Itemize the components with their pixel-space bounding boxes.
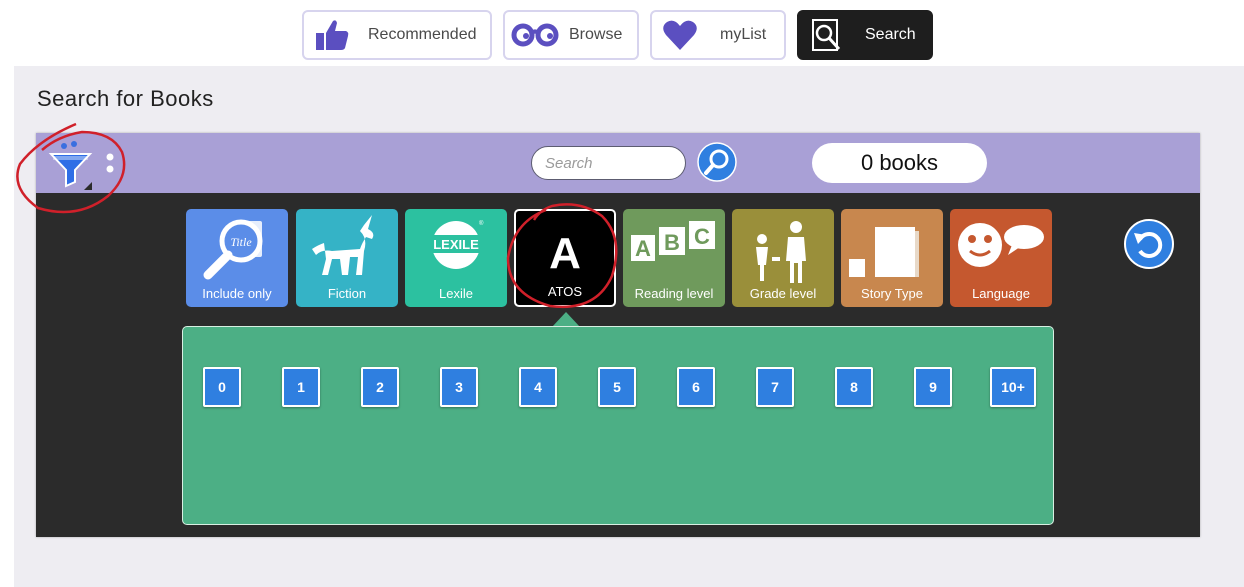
level-button-9[interactable]: 9 [914, 367, 952, 407]
category-include-only[interactable]: Title Include only [186, 209, 288, 307]
reset-icon[interactable] [1124, 219, 1174, 269]
level-button-0[interactable]: 0 [203, 367, 241, 407]
people-icon [756, 221, 806, 283]
category-label: Language [972, 286, 1030, 301]
nav-label: Browse [569, 26, 623, 43]
level-button-2[interactable]: 2 [361, 367, 399, 407]
category-label: Story Type [861, 286, 923, 301]
unicorn-icon [312, 215, 374, 275]
level-button-4[interactable]: 4 [519, 367, 557, 407]
atos-level-panel [182, 326, 1054, 525]
books-icon [849, 227, 919, 277]
svg-text:®: ® [479, 220, 484, 227]
level-button-5[interactable]: 5 [598, 367, 636, 407]
nav-mylist-button[interactable]: myList [650, 10, 786, 60]
search-input[interactable] [531, 146, 686, 180]
category-label: ATOS [547, 284, 583, 299]
svg-text:Title: Title [230, 235, 252, 249]
speech-face-icon [958, 223, 1044, 267]
category-label: Grade level [749, 286, 817, 301]
svg-text:C: C [694, 224, 710, 249]
category-label: Reading level [634, 286, 714, 301]
category-grade-level[interactable]: Grade level [732, 209, 834, 307]
category-label: Include only [202, 286, 272, 301]
level-button-8[interactable]: 8 [835, 367, 873, 407]
svg-text:A: A [635, 236, 651, 261]
category-story-type[interactable]: Story Type [841, 209, 943, 307]
glasses-icon [511, 23, 559, 47]
category-atos[interactable]: A ATOS [514, 209, 616, 307]
page-title: Search for Books [37, 86, 214, 111]
level-button-7[interactable]: 7 [756, 367, 794, 407]
nav-label: Search [865, 26, 916, 43]
more-options-icon[interactable] [104, 152, 116, 176]
nav-label: Recommended [368, 26, 477, 43]
category-reading-level[interactable]: A B C Reading level [623, 209, 725, 307]
search-icon[interactable] [697, 142, 737, 182]
level-button-1[interactable]: 1 [282, 367, 320, 407]
nav-browse-button[interactable]: Browse [503, 10, 639, 60]
category-label: Fiction [327, 286, 367, 301]
title-magnifier-icon: Title [203, 219, 263, 280]
heart-icon [663, 20, 697, 50]
thumbs-up-icon [316, 20, 349, 50]
category-label: Lexile [439, 286, 473, 301]
level-button-6[interactable]: 6 [677, 367, 715, 407]
top-navigation: Recommended Browse myList Search [0, 0, 1244, 66]
nav-recommended-button[interactable]: Recommended [302, 10, 492, 60]
level-button-3[interactable]: 3 [440, 367, 478, 407]
filter-funnel-icon[interactable] [48, 140, 93, 190]
svg-text:LEXILE: LEXILE [433, 237, 479, 252]
category-fiction[interactable]: Fiction [296, 209, 398, 307]
svg-text:B: B [664, 230, 680, 255]
nav-search-button[interactable]: Search [797, 10, 933, 60]
letter-a-icon: A [549, 229, 581, 278]
level-button-10-plus[interactable]: 10+ [990, 367, 1036, 407]
search-book-icon [812, 19, 841, 51]
category-lexile[interactable]: LEXILE ® Lexile [405, 209, 507, 307]
book-count-badge: 0 books [812, 143, 987, 183]
category-language[interactable]: Language [950, 209, 1052, 307]
lexile-logo-icon: LEXILE ® [429, 220, 484, 269]
abc-blocks-icon: A B C [631, 221, 715, 261]
panel-pointer [552, 312, 580, 327]
nav-label: myList [720, 26, 767, 43]
